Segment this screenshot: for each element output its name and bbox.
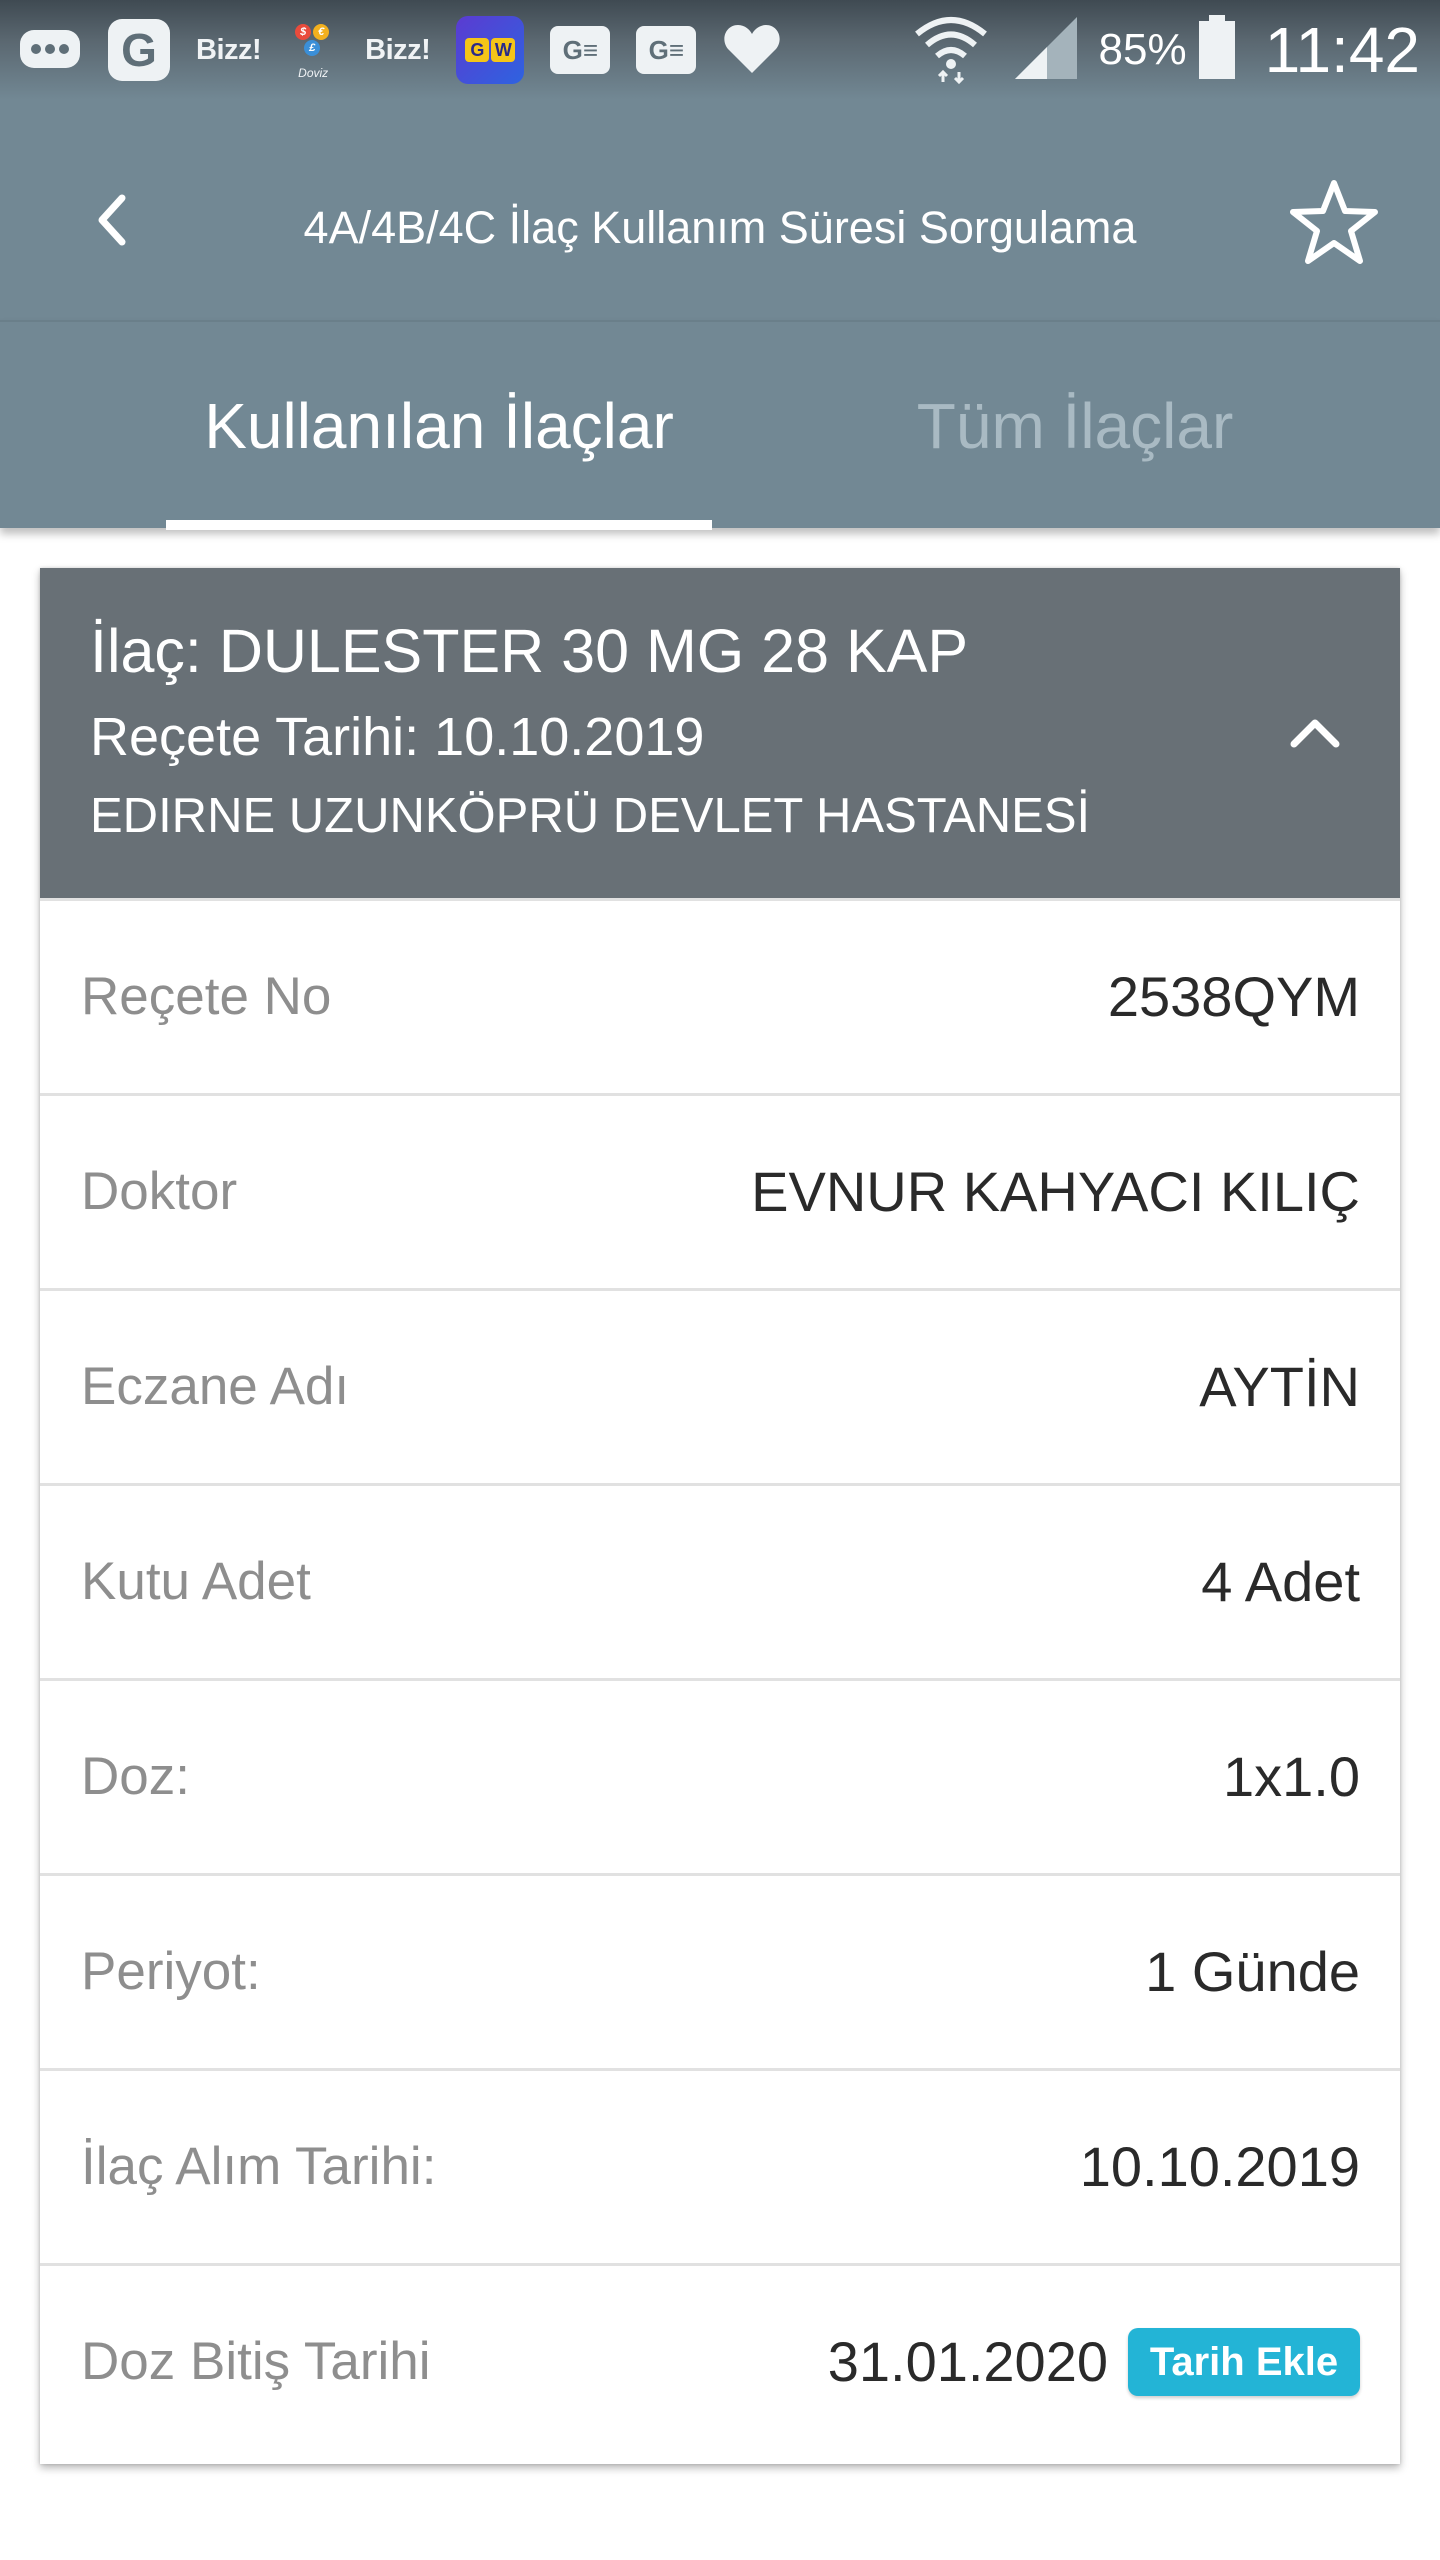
- detail-row-box-count: Kutu Adet 4 Adet: [40, 1483, 1400, 1678]
- google-icon: G: [108, 19, 170, 81]
- signal-icon: [1011, 15, 1081, 86]
- detail-row-period: Periyot: 1 Günde: [40, 1873, 1400, 2068]
- row-label: Kutu Adet: [81, 1552, 311, 1611]
- page-title: 4A/4B/4C İlaç Kullanım Süresi Sorgulama: [303, 202, 1137, 253]
- row-value: 1 Günde: [1145, 1940, 1360, 2003]
- star-icon: [1290, 180, 1378, 264]
- bizz-app-icon: Bizz!: [196, 33, 262, 66]
- detail-row-prescription-no: Reçete No 2538QYM: [40, 898, 1400, 1093]
- row-label: Doz:: [81, 1747, 190, 1806]
- ge-app-icon: G≡: [550, 22, 611, 78]
- row-label: Periyot:: [81, 1942, 261, 2001]
- tab-all-medicines[interactable]: Tüm İlaçlar: [880, 322, 1270, 530]
- row-value: 2538QYM: [1107, 965, 1360, 1028]
- row-value: 31.01.2020: [827, 2330, 1108, 2393]
- row-label: Doz Bitiş Tarihi: [81, 2332, 431, 2391]
- app-toolbar: 4A/4B/4C İlaç Kullanım Süresi Sorgulama: [0, 100, 1440, 320]
- row-label: Reçete No: [81, 967, 332, 1026]
- medicine-card-header[interactable]: İlaç: DULESTER 30 MG 28 KAP Reçete Tarih…: [40, 568, 1400, 898]
- battery-percentage: 85%: [1098, 25, 1187, 74]
- gw-letter-g: G: [465, 38, 490, 62]
- row-value: 1x1.0: [1223, 1745, 1360, 1808]
- row-label: Doktor: [81, 1162, 238, 1221]
- gw-letter-w: W: [491, 38, 516, 62]
- wifi-icon: [913, 12, 989, 89]
- detail-row-purchase-date: İlaç Alım Tarihi: 10.10.2019: [40, 2068, 1400, 2263]
- drug-name: İlaç: DULESTER 30 MG 28 KAP: [90, 617, 969, 685]
- battery-icon: [1197, 14, 1237, 86]
- detail-row-doctor: Doktor EVNUR KAHYACI KILIÇ: [40, 1093, 1400, 1288]
- doviz-label: Doviz: [298, 66, 329, 80]
- bizz-app-icon-2: Bizz!: [365, 33, 431, 66]
- add-date-button[interactable]: Tarih Ekle: [1128, 2328, 1360, 2396]
- chevron-left-icon: [98, 194, 126, 246]
- hospital-name: EDIRNE UZUNKÖPRÜ DEVLET HASTANESİ: [90, 789, 1091, 843]
- status-bar: G Bizz! $ € £ Doviz Bizz! G W G≡ G≡ 85% …: [0, 0, 1440, 100]
- message-icon: [18, 22, 82, 78]
- detail-row-dose: Doz: 1x1.0: [40, 1678, 1400, 1873]
- tab-bar: Kullanılan İlaçlar Tüm İlaçlar: [0, 320, 1440, 530]
- back-button[interactable]: [72, 180, 152, 260]
- ge-app-icon-2: G≡: [636, 22, 697, 78]
- detail-row-dose-end-date: Doz Bitiş Tarihi 31.01.2020 Tarih Ekle: [40, 2263, 1400, 2458]
- row-value: EVNUR KAHYACI KILIÇ: [751, 1160, 1360, 1223]
- row-value: 10.10.2019: [1079, 2135, 1360, 2198]
- tab-indicator: [166, 520, 712, 530]
- row-value: 4 Adet: [1201, 1550, 1360, 1613]
- detail-row-pharmacy: Eczane Adı AYTİN: [40, 1288, 1400, 1483]
- game-app-icon: G W: [456, 16, 525, 84]
- doviz-app-icon: $ € £ Doviz: [287, 22, 339, 80]
- medicine-card: İlaç: DULESTER 30 MG 28 KAP Reçete Tarih…: [40, 568, 1400, 2464]
- row-label: İlaç Alım Tarihi:: [81, 2137, 437, 2196]
- collapse-button[interactable]: [1270, 688, 1360, 778]
- heart-icon: [722, 22, 782, 78]
- row-label: Eczane Adı: [81, 1357, 350, 1416]
- row-value: AYTİN: [1199, 1355, 1360, 1418]
- prescription-date: Reçete Tarihi: 10.10.2019: [90, 707, 705, 767]
- clock: 11:42: [1264, 14, 1420, 86]
- chevron-up-icon: [1290, 719, 1340, 748]
- favorite-button[interactable]: [1274, 162, 1394, 282]
- tab-used-medicines[interactable]: Kullanılan İlaçlar: [166, 322, 712, 530]
